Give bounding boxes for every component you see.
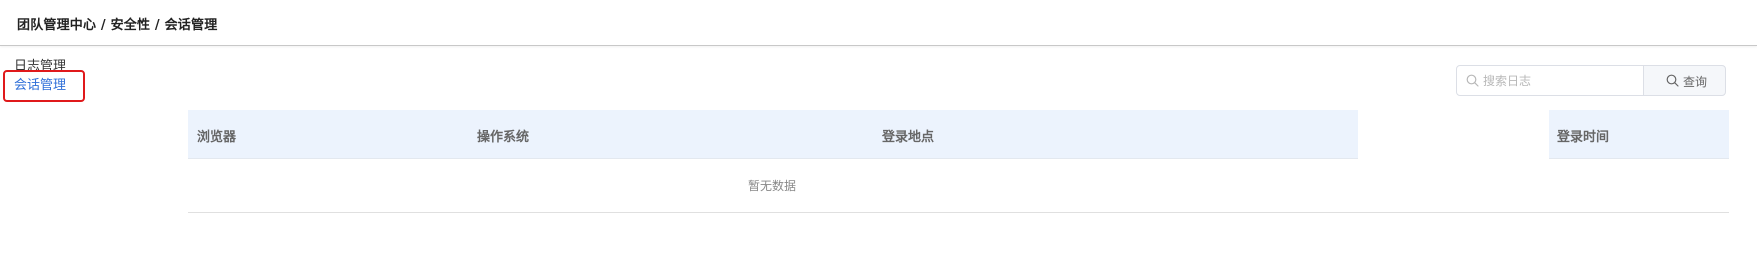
query-button[interactable]: 查询: [1643, 65, 1726, 96]
table-empty-text: 暂无数据: [748, 179, 797, 193]
search-input[interactable]: [1483, 66, 1639, 95]
top-header: 团队管理中心 / 安全性 / 会话管理: [0, 0, 1757, 46]
search-icon: [1666, 74, 1679, 87]
breadcrumb: 团队管理中心 / 安全性 / 会话管理: [17, 18, 218, 33]
page: 团队管理中心 / 安全性 / 会话管理 日志管理 会话管理 查询 浏览器 操作系…: [0, 0, 1757, 256]
column-header-os: 操作系统: [477, 130, 530, 145]
column-header-login-time: 登录时间: [1557, 130, 1610, 145]
table-bottom-divider: [188, 212, 1729, 213]
table-header: 浏览器 操作系统 登录地点: [188, 110, 1358, 159]
search-icon: [1466, 74, 1479, 87]
sidebar-item-session-management[interactable]: 会话管理: [3, 70, 85, 102]
table-header-fixed-column: 登录时间: [1549, 110, 1729, 159]
column-header-login-location: 登录地点: [882, 130, 935, 145]
column-header-browser: 浏览器: [197, 130, 237, 145]
search-box[interactable]: [1456, 65, 1644, 96]
query-button-label: 查询: [1683, 75, 1708, 89]
